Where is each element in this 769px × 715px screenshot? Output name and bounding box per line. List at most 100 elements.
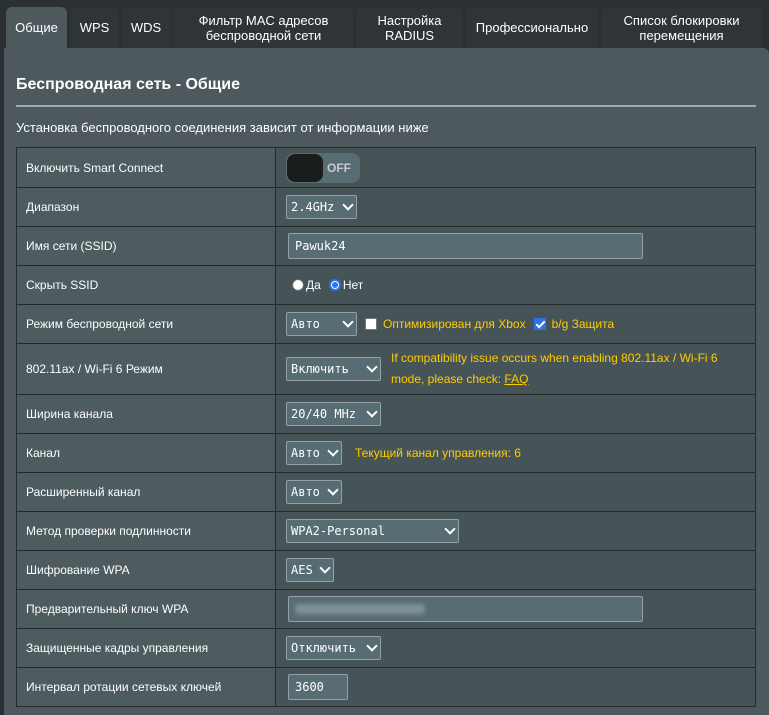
- tab-label: Настройка RADIUS: [377, 12, 442, 43]
- extension-channel-select[interactable]: Авто: [286, 480, 342, 504]
- tab-roaming-block[interactable]: Список блокировки перемещения: [601, 7, 762, 48]
- title-divider: [16, 105, 756, 107]
- chevron-down-icon: [342, 316, 354, 328]
- radio-label-no: Нет: [342, 278, 364, 292]
- row-label: Интервал ротации сетевых ключей: [16, 667, 276, 707]
- row-label: Защищенные кадры управления: [16, 628, 276, 668]
- radio-label-yes: Да: [306, 278, 321, 292]
- tab-general[interactable]: Общие: [6, 7, 67, 48]
- tab-label: Общие: [15, 20, 58, 35]
- tab-label: Список блокировки перемещения: [623, 12, 740, 43]
- settings-table: Включить Smart Connect OFF Диапазон 2.4G…: [16, 147, 756, 707]
- table-row: Расширенный канал Авто: [16, 472, 756, 512]
- row-value: Отключить: [275, 628, 756, 668]
- hide-ssid-no-radio[interactable]: [328, 279, 341, 291]
- row-value: [275, 226, 756, 266]
- table-row: Канал Авто Текущий канал управления: 6: [16, 433, 756, 473]
- current-channel-hint: Текущий канал управления: 6: [355, 446, 521, 460]
- wpa-key-input[interactable]: [288, 596, 643, 622]
- select-value: Авто: [291, 446, 320, 460]
- wifi6-hint: If compatibility issue occurs when enabl…: [391, 348, 731, 390]
- chevron-down-icon: [327, 484, 339, 496]
- bg-protection-label: b/g Защита: [551, 317, 615, 331]
- tab-wps[interactable]: WPS: [70, 7, 119, 48]
- row-value: [275, 589, 756, 629]
- table-row: Шифрование WPA AES: [16, 550, 756, 590]
- row-value: Авто Оптимизирован для Xbox b/g Защита: [275, 304, 756, 344]
- row-label: Шифрование WPA: [16, 550, 276, 590]
- ssid-input[interactable]: [288, 233, 643, 259]
- select-value: Авто: [291, 317, 320, 331]
- select-value: 2.4GHz: [291, 200, 335, 214]
- xbox-optimize-label: Оптимизирован для Xbox: [383, 317, 526, 331]
- table-row: Скрыть SSID Да Нет: [16, 265, 756, 305]
- row-value: OFF: [275, 147, 756, 188]
- row-label: Режим беспроводной сети: [16, 304, 276, 344]
- row-value: Авто Текущий канал управления: 6: [275, 433, 756, 473]
- tab-radius[interactable]: Настройка RADIUS: [356, 7, 463, 48]
- table-row: Интервал ротации сетевых ключей: [16, 667, 756, 707]
- table-row: Режим беспроводной сети Авто Оптимизиров…: [16, 304, 756, 344]
- tab-wds[interactable]: WDS: [122, 7, 170, 48]
- row-label: Расширенный канал: [16, 472, 276, 512]
- bg-protection-checkbox[interactable]: [533, 318, 546, 330]
- row-label: Канал: [16, 433, 276, 473]
- table-row: Диапазон 2.4GHz: [16, 187, 756, 227]
- pmf-select[interactable]: Отключить: [286, 636, 381, 660]
- row-label: Предварительный ключ WPA: [16, 589, 276, 629]
- toggle-knob: [287, 153, 323, 182]
- chevron-down-icon: [319, 562, 331, 574]
- row-value: Да Нет: [275, 265, 756, 305]
- select-value: Авто: [291, 485, 320, 499]
- xbox-optimize-checkbox[interactable]: [365, 318, 377, 330]
- table-row: Ширина канала 20/40 MHz: [16, 394, 756, 434]
- wifi6-mode-select[interactable]: Включить: [286, 357, 381, 381]
- wifi6-hint-text: If compatibility issue occurs when enabl…: [391, 351, 718, 386]
- chevron-down-icon: [444, 523, 456, 535]
- select-value: WPA2-Personal: [291, 524, 385, 538]
- toggle-state-label: OFF: [327, 160, 351, 175]
- select-value: Включить: [291, 362, 349, 376]
- row-value: [275, 667, 756, 707]
- page-description: Установка беспроводного соединения завис…: [16, 120, 429, 135]
- row-value: 20/40 MHz: [275, 394, 756, 434]
- tab-label: Профессионально: [475, 20, 589, 35]
- row-value: Авто: [275, 472, 756, 512]
- wpa-encryption-select[interactable]: AES: [286, 558, 334, 582]
- chevron-down-icon: [342, 199, 354, 211]
- hide-ssid-yes-radio[interactable]: [292, 279, 304, 291]
- obscured-key: [295, 604, 425, 614]
- auth-method-select[interactable]: WPA2-Personal: [286, 519, 459, 543]
- table-row: 802.11ax / Wi-Fi 6 Режим Включить If com…: [16, 343, 756, 395]
- faq-link[interactable]: FAQ: [504, 372, 528, 386]
- tab-mac-filter[interactable]: Фильтр MAC адресов беспроводной сети: [174, 7, 353, 48]
- tab-bar: Общие WPS WDS Фильтр MAC адресов беспров…: [0, 0, 769, 48]
- chevron-down-icon: [366, 406, 378, 418]
- table-row: Включить Smart Connect OFF: [16, 147, 756, 188]
- channel-width-select[interactable]: 20/40 MHz: [286, 402, 381, 426]
- chevron-down-icon: [366, 361, 378, 373]
- tab-professional[interactable]: Профессионально: [466, 7, 598, 48]
- table-row: Метод проверки подлинности WPA2-Personal: [16, 511, 756, 551]
- row-value: WPA2-Personal: [275, 511, 756, 551]
- wireless-mode-select[interactable]: Авто: [286, 312, 357, 336]
- row-value: AES: [275, 550, 756, 590]
- row-label: Скрыть SSID: [16, 265, 276, 305]
- table-row: Имя сети (SSID): [16, 226, 756, 266]
- table-row: Предварительный ключ WPA: [16, 589, 756, 629]
- band-select[interactable]: 2.4GHz: [286, 195, 357, 219]
- row-value: Включить If compatibility issue occurs w…: [275, 343, 756, 395]
- select-value: AES: [291, 563, 313, 577]
- row-label: Имя сети (SSID): [16, 226, 276, 266]
- table-row: Защищенные кадры управления Отключить: [16, 628, 756, 668]
- smart-connect-toggle[interactable]: OFF: [286, 152, 360, 183]
- tab-label: Фильтр MAC адресов беспроводной сети: [198, 12, 329, 43]
- select-value: 20/40 MHz: [291, 407, 357, 421]
- channel-select[interactable]: Авто: [286, 441, 342, 465]
- tab-label: WDS: [130, 20, 162, 35]
- row-label: Метод проверки подлинности: [16, 511, 276, 551]
- key-rotation-input[interactable]: [288, 674, 348, 700]
- row-value: 2.4GHz: [275, 187, 756, 227]
- row-label: 802.11ax / Wi-Fi 6 Режим: [16, 343, 276, 395]
- page-title: Беспроводная сеть - Общие: [16, 76, 241, 93]
